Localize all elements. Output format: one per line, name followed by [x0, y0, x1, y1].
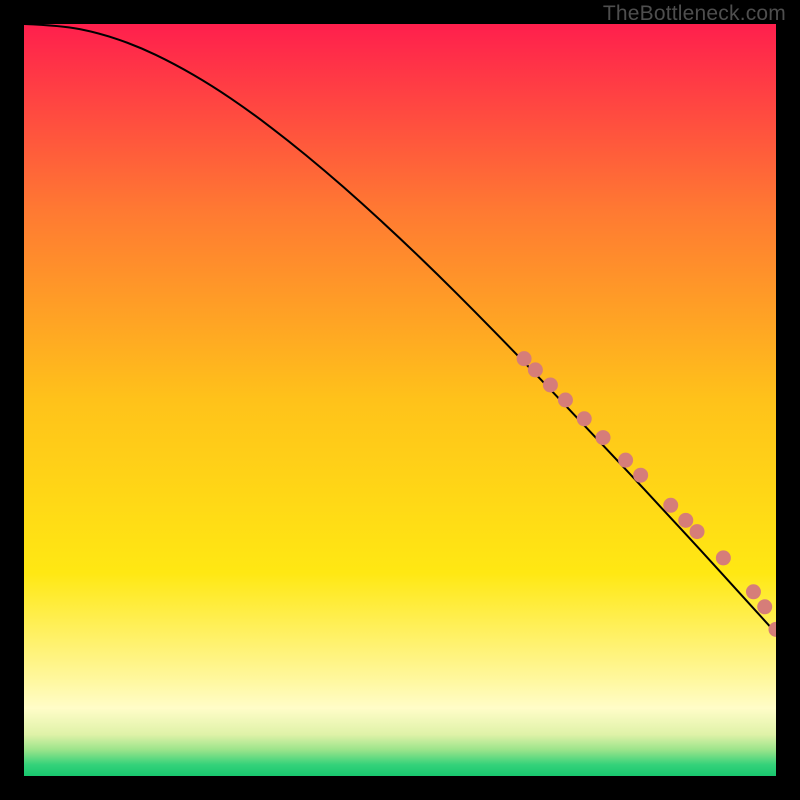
highlight-point	[618, 453, 633, 468]
gradient-background	[24, 24, 776, 776]
highlight-point	[690, 524, 705, 539]
attribution-label: TheBottleneck.com	[603, 2, 786, 26]
highlight-point	[528, 362, 543, 377]
highlight-point	[746, 584, 761, 599]
chart-plot	[24, 24, 776, 776]
highlight-point	[596, 430, 611, 445]
highlight-point	[558, 393, 573, 408]
highlight-point	[633, 468, 648, 483]
highlight-point	[757, 599, 772, 614]
highlight-point	[716, 550, 731, 565]
chart-frame: TheBottleneck.com	[0, 0, 800, 800]
highlight-point	[577, 411, 592, 426]
highlight-point	[678, 513, 693, 528]
highlight-point	[517, 351, 532, 366]
highlight-point	[663, 498, 678, 513]
highlight-point	[543, 377, 558, 392]
